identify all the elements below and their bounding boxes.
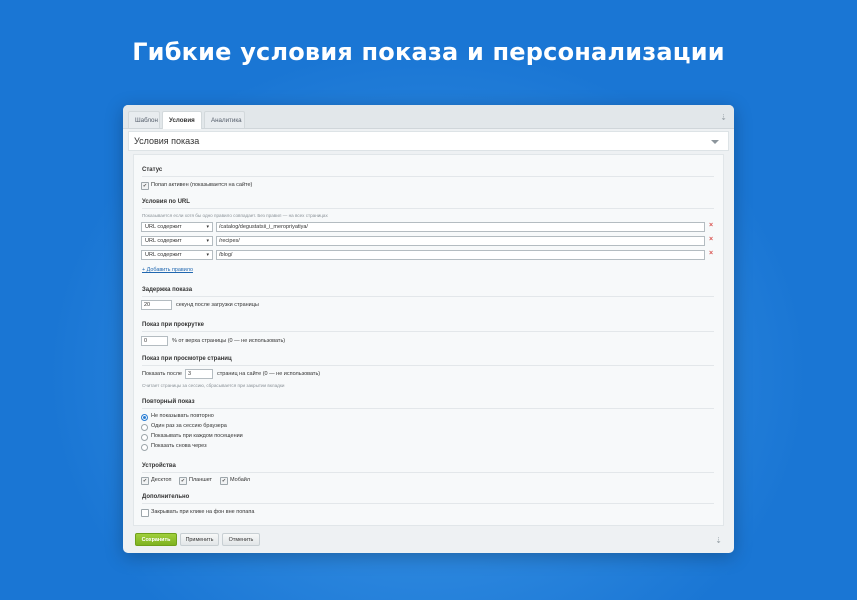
url-rule-value-input[interactable]: /catalog/degustatsii_i_meropriyatiya/: [216, 222, 705, 232]
tab-analytics[interactable]: Аналитика: [204, 111, 245, 128]
url-rule-value-input[interactable]: /blog/: [216, 250, 705, 260]
cancel-button[interactable]: Отменить: [222, 533, 260, 546]
delay-suffix: секунд после загрузки страницы: [176, 302, 259, 308]
chevron-down-icon: ▾: [206, 238, 209, 244]
url-rule-operator-select[interactable]: URL содержит ▾: [141, 236, 213, 246]
url-conditions-heading: Условия по URL: [142, 199, 714, 209]
url-rule-operator-select[interactable]: URL содержит ▾: [141, 222, 213, 232]
repeat-option-radio[interactable]: [141, 444, 148, 451]
pageviews-suffix: страниц на сайте (0 — не использовать): [217, 371, 321, 377]
add-rule-link[interactable]: + Добавить правило: [142, 267, 193, 273]
url-rule-operator-value: URL содержит: [145, 252, 182, 258]
device-tablet-checkbox[interactable]: ✔: [179, 477, 187, 485]
device-desktop-checkbox[interactable]: ✔: [141, 477, 149, 485]
url-rule-operator-value: URL содержит: [145, 224, 182, 230]
scroll-heading: Показ при прокрутке: [142, 322, 714, 332]
repeat-option-label: Один раз за сессию браузера: [151, 423, 227, 429]
pageviews-prefix: Показать после: [142, 371, 182, 377]
pageviews-heading: Показ при просмотре страниц: [142, 356, 714, 366]
delete-rule-icon[interactable]: ×: [709, 236, 713, 243]
pageviews-hint: Считает страницы за сессию, сбрасывается…: [142, 383, 285, 388]
apply-button[interactable]: Применить: [180, 533, 219, 546]
overlay-close-checkbox[interactable]: [141, 509, 149, 517]
chevron-down-icon: ▾: [206, 252, 209, 258]
repeat-option-radio[interactable]: [141, 434, 148, 441]
delete-rule-icon[interactable]: ×: [709, 222, 713, 229]
repeat-option-label: Не показывать повторно: [151, 413, 214, 419]
scroll-suffix: % от верха страницы (0 — не использовать…: [172, 338, 286, 344]
url-conditions-hint: Показывается если хотя бы одно правило с…: [142, 213, 328, 218]
repeat-option-radio[interactable]: [141, 424, 148, 431]
extra-heading: Дополнительно: [142, 494, 714, 504]
tab-template[interactable]: Шаблон: [128, 111, 160, 128]
url-rule-operator-value: URL содержит: [145, 238, 182, 244]
popup-active-label: Попап активен (показывается на сайте): [151, 182, 253, 188]
hero-title: Гибкие условия показа и персонализации: [132, 38, 725, 66]
check-icon: ✔: [180, 478, 186, 484]
delay-input[interactable]: 20: [141, 300, 172, 310]
popup-active-checkbox[interactable]: ✔: [141, 182, 149, 190]
pin-icon[interactable]: ⇣: [720, 113, 727, 122]
devices-heading: Устройства: [142, 463, 714, 473]
device-tablet-label: Планшет: [189, 477, 213, 483]
chevron-down-icon: ▾: [206, 224, 209, 230]
scroll-input[interactable]: 0: [141, 336, 168, 346]
repeat-heading: Повторный показ: [142, 399, 714, 409]
delay-heading: Задержка показа: [142, 287, 714, 297]
tab-conditions[interactable]: Условия: [162, 111, 202, 129]
repeat-option-label: Показать снова через: [151, 443, 207, 449]
url-rule-operator-select[interactable]: URL содержит ▾: [141, 250, 213, 260]
repeat-option-label: Показывать при каждом посещении: [151, 433, 243, 439]
url-rule-value-input[interactable]: /recipes/: [216, 236, 705, 246]
status-heading: Статус: [142, 167, 714, 177]
device-mobile-label: Мобайл: [230, 477, 251, 483]
save-button[interactable]: Сохранить: [135, 533, 177, 546]
tab-bar: Шаблон Условия Аналитика ⇣: [123, 105, 734, 129]
check-icon: ✔: [142, 183, 148, 189]
conditions-panel: Статус ✔ Попап активен (показывается на …: [133, 154, 724, 526]
delete-rule-icon[interactable]: ×: [709, 250, 713, 257]
section-title: Условия показа: [134, 136, 200, 146]
section-header[interactable]: Условия показа: [128, 131, 729, 151]
repeat-option-radio[interactable]: [141, 414, 148, 421]
pageviews-input[interactable]: 3: [185, 369, 213, 379]
overlay-close-label: Закрывать при клике на фон вне попапа: [151, 509, 255, 515]
chevron-down-icon[interactable]: [711, 140, 719, 144]
check-icon: ✔: [221, 478, 227, 484]
device-mobile-checkbox[interactable]: ✔: [220, 477, 228, 485]
check-icon: ✔: [142, 478, 148, 484]
popup-settings-window: Шаблон Условия Аналитика ⇣ Условия показ…: [123, 105, 734, 553]
pin-icon[interactable]: ⇣: [715, 536, 722, 545]
device-desktop-label: Десктоп: [151, 477, 172, 483]
